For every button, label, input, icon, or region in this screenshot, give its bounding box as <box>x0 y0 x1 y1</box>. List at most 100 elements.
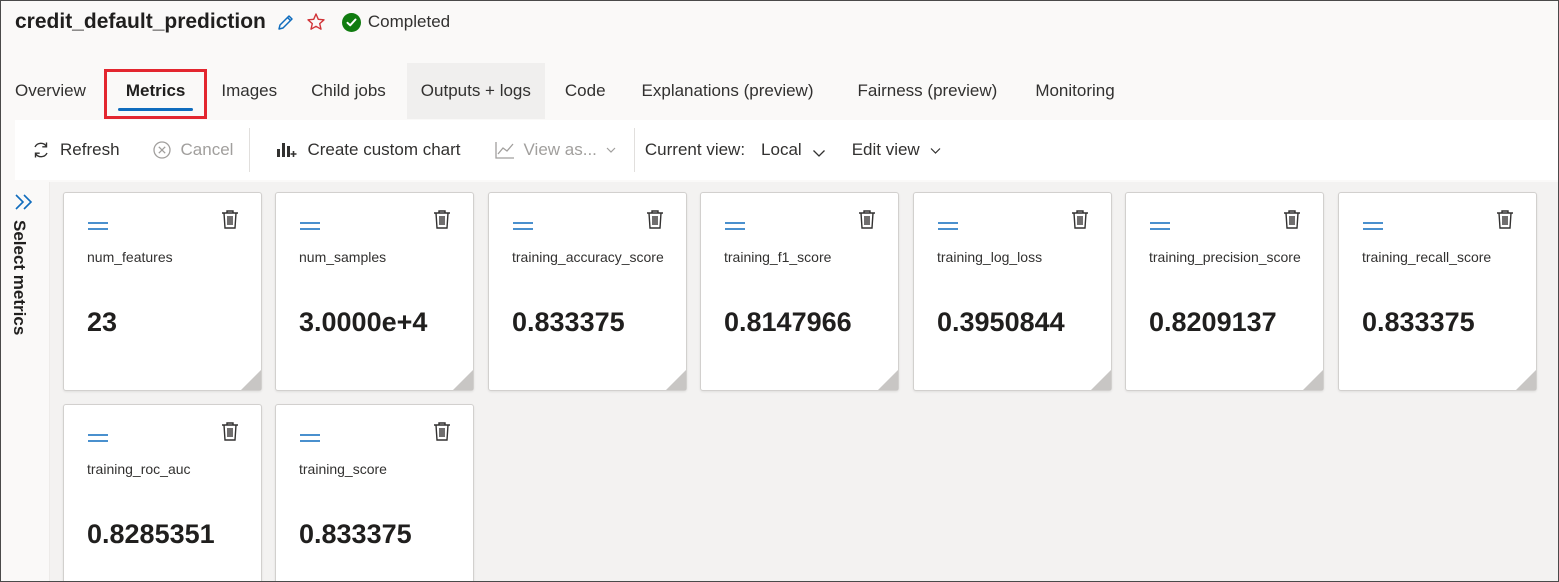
view-as-label: View as... <box>523 140 597 159</box>
delete-trash-icon[interactable] <box>221 421 239 446</box>
current-view-dropdown[interactable]: Local <box>753 140 840 160</box>
status-text: Completed <box>367 12 451 31</box>
metric-name: training_log_loss <box>937 249 1043 265</box>
command-bar: Refresh Cancel Create custom chart View … <box>15 120 1558 180</box>
metric-card-training-recall-score: training_recall_score 0.833375 <box>1338 192 1537 391</box>
drag-handle-icon[interactable] <box>88 217 108 235</box>
select-metrics-panel: Select metrics <box>1 182 50 581</box>
metric-name: training_precision_score <box>1149 249 1301 265</box>
create-chart-label: Create custom chart <box>307 140 461 159</box>
delete-trash-icon[interactable] <box>1496 209 1514 234</box>
job-header: credit_default_prediction Completed <box>15 7 450 37</box>
refresh-label: Refresh <box>60 140 120 159</box>
metric-card-training-f1-score: training_f1_score 0.8147966 <box>700 192 899 391</box>
metric-card-training-precision-score: training_precision_score 0.8209137 <box>1125 192 1324 391</box>
tab-label: Overview <box>15 81 86 100</box>
tab-label: Monitoring <box>1035 81 1115 100</box>
edit-view-dropdown[interactable]: Edit view <box>840 140 955 160</box>
resize-handle[interactable] <box>241 370 261 390</box>
tab-fairness[interactable]: Fairness (preview) <box>836 63 1018 119</box>
cancel-icon <box>152 141 171 159</box>
create-custom-chart-button[interactable]: Create custom chart <box>250 120 476 180</box>
drag-handle-icon[interactable] <box>300 429 320 447</box>
metric-value: 0.833375 <box>299 519 412 549</box>
status-badge: Completed <box>341 12 451 32</box>
delete-trash-icon[interactable] <box>858 209 876 234</box>
resize-handle[interactable] <box>1091 370 1111 390</box>
chevron-down-icon <box>606 147 616 153</box>
tab-code[interactable]: Code <box>545 63 626 119</box>
delete-trash-icon[interactable] <box>646 209 664 234</box>
tab-monitoring[interactable]: Monitoring <box>1017 63 1128 119</box>
view-as-dropdown[interactable]: View as... <box>477 120 634 180</box>
active-tab-indicator <box>117 108 194 111</box>
metric-card-training-roc-auc: training_roc_auc 0.8285351 <box>63 404 262 581</box>
tab-label: Fairness (preview) <box>857 81 998 100</box>
tab-bar: Overview Metrics Images Child jobs Outpu… <box>1 63 1129 119</box>
tab-images[interactable]: Images <box>211 63 293 119</box>
tab-label: Explanations (preview) <box>641 81 814 100</box>
favorite-star-icon[interactable] <box>306 12 326 32</box>
tab-label: Child jobs <box>311 81 386 100</box>
metric-value: 0.8209137 <box>1149 307 1277 337</box>
tab-label: Metrics <box>125 81 186 100</box>
drag-handle-icon[interactable] <box>88 429 108 447</box>
select-metrics-toggle[interactable]: Select metrics <box>9 220 29 335</box>
delete-trash-icon[interactable] <box>221 209 239 234</box>
metric-card-training-accuracy-score: training_accuracy_score 0.833375 <box>488 192 687 391</box>
drag-handle-icon[interactable] <box>1363 217 1383 235</box>
current-view-value: Local <box>761 140 802 159</box>
metric-card-num-samples: num_samples 3.0000e+4 <box>275 192 474 391</box>
drag-handle-icon[interactable] <box>513 217 533 235</box>
delete-trash-icon[interactable] <box>433 421 451 446</box>
drag-handle-icon[interactable] <box>300 217 320 235</box>
metric-card-num-features: num_features 23 <box>63 192 262 391</box>
tab-outputs-logs[interactable]: Outputs + logs <box>406 63 545 119</box>
resize-handle[interactable] <box>1303 370 1323 390</box>
refresh-icon <box>34 142 48 158</box>
resize-handle[interactable] <box>878 370 898 390</box>
metric-value: 3.0000e+4 <box>299 307 428 337</box>
metric-name: training_score <box>299 461 387 477</box>
tab-label: Outputs + logs <box>420 81 531 100</box>
chevron-down-icon <box>930 147 941 154</box>
metric-name: training_accuracy_score <box>512 249 664 265</box>
metric-card-training-score: training_score 0.833375 <box>275 404 474 581</box>
metric-name: training_roc_auc <box>87 461 191 477</box>
check-circle-icon <box>341 12 361 32</box>
tab-metrics[interactable]: Metrics <box>103 63 208 119</box>
page-title: credit_default_prediction <box>15 10 266 33</box>
tab-explanations[interactable]: Explanations (preview) <box>626 63 836 119</box>
cancel-label: Cancel <box>180 140 234 159</box>
drag-handle-icon[interactable] <box>938 217 958 235</box>
metric-value: 0.833375 <box>1362 307 1475 337</box>
resize-handle[interactable] <box>1516 370 1536 390</box>
metric-name: num_samples <box>299 249 387 265</box>
metric-value: 0.8147966 <box>724 307 852 337</box>
delete-trash-icon[interactable] <box>433 209 451 234</box>
metric-value: 0.833375 <box>512 307 625 337</box>
drag-handle-icon[interactable] <box>1150 217 1170 235</box>
line-chart-icon <box>494 142 514 159</box>
drag-handle-icon[interactable] <box>725 217 745 235</box>
edit-view-label: Edit view <box>851 140 920 159</box>
metric-name: num_features <box>87 249 173 265</box>
metric-name: training_recall_score <box>1362 249 1492 265</box>
tab-label: Images <box>221 81 278 100</box>
metric-name: training_f1_score <box>724 249 832 265</box>
chevron-down-icon <box>812 150 825 157</box>
tab-child-jobs[interactable]: Child jobs <box>293 63 407 119</box>
resize-handle[interactable] <box>453 370 473 390</box>
delete-trash-icon[interactable] <box>1071 209 1089 234</box>
tab-overview[interactable]: Overview <box>1 63 100 119</box>
refresh-button[interactable]: Refresh <box>15 120 136 180</box>
resize-handle[interactable] <box>666 370 686 390</box>
edit-pencil-icon[interactable] <box>276 12 296 32</box>
delete-trash-icon[interactable] <box>1283 209 1301 234</box>
tab-label: Code <box>564 81 606 100</box>
expand-chevron-icon[interactable] <box>13 192 37 217</box>
metric-value: 0.3950844 <box>937 307 1065 337</box>
bar-chart-add-icon <box>277 143 297 157</box>
cancel-button[interactable]: Cancel <box>136 120 250 180</box>
current-view-label: Current view: <box>644 140 746 159</box>
